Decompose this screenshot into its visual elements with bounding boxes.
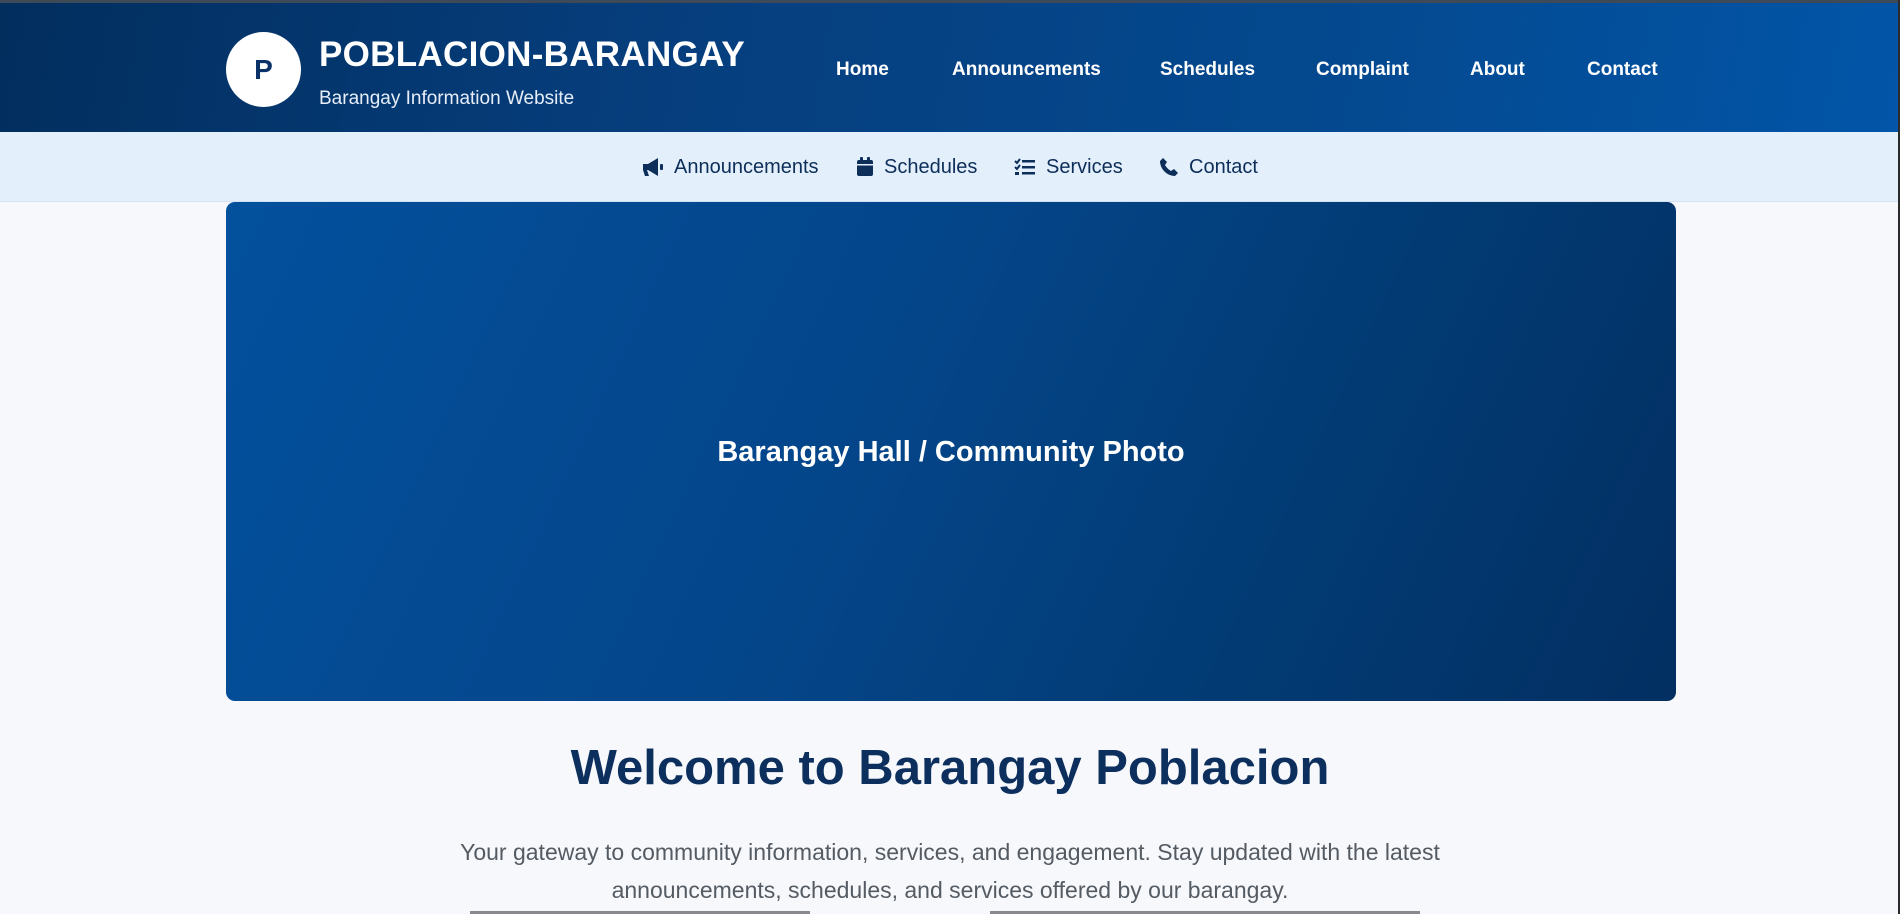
megaphone-icon: [643, 158, 663, 176]
nav-link-announcements[interactable]: Announcements: [952, 59, 1101, 81]
quick-link-services[interactable]: Services: [1014, 155, 1123, 179]
page: P POBLACION-BARANGAY Barangay Informatio…: [0, 0, 1900, 914]
quick-link-announcements[interactable]: Announcements: [642, 155, 819, 179]
welcome-heading: Welcome to Barangay Poblacion: [570, 741, 1330, 795]
quick-link-schedules[interactable]: Schedules: [856, 155, 977, 179]
nav-link-about[interactable]: About: [1470, 59, 1525, 81]
quick-link-label: Services: [1046, 155, 1123, 178]
nav-link-schedules[interactable]: Schedules: [1160, 59, 1255, 81]
checklist-icon: [1014, 158, 1035, 175]
logo-letter: P: [254, 53, 273, 85]
nav-link-complaint[interactable]: Complaint: [1316, 59, 1409, 81]
nav-link-contact[interactable]: Contact: [1587, 59, 1658, 81]
hero-image-placeholder: Barangay Hall / Community Photo: [226, 202, 1676, 701]
calendar-icon: [857, 157, 873, 176]
site-title[interactable]: POBLACION-BARANGAY: [319, 35, 745, 75]
hero-caption: Barangay Hall / Community Photo: [717, 436, 1185, 468]
welcome-text: Your gateway to community information, s…: [460, 839, 1440, 903]
quick-link-label: Schedules: [884, 155, 978, 178]
site-logo[interactable]: P: [226, 32, 301, 107]
next-section-peek: [450, 903, 1450, 914]
phone-icon: [1160, 158, 1178, 176]
site-subtitle: Barangay Information Website: [319, 88, 575, 109]
quick-link-contact[interactable]: Contact: [1159, 155, 1258, 179]
quick-link-label: Announcements: [674, 155, 819, 178]
quick-link-label: Contact: [1189, 155, 1258, 178]
site-header: P POBLACION-BARANGAY Barangay Informatio…: [0, 0, 1900, 132]
quick-links-bar: Announcements Schedules Services Contact: [0, 132, 1900, 202]
nav-link-home[interactable]: Home: [836, 59, 889, 81]
